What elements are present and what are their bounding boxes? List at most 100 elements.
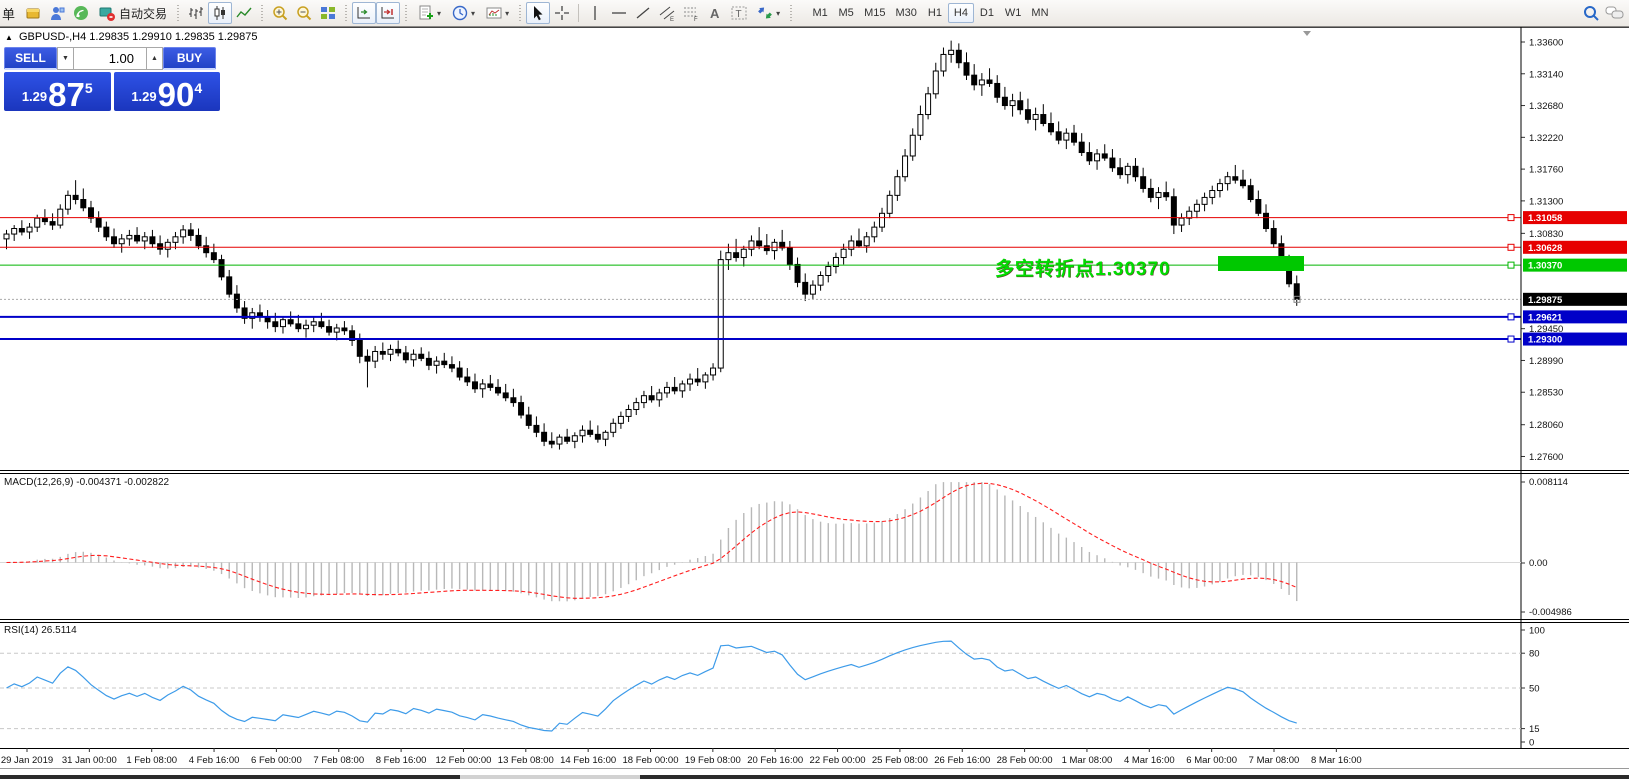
svg-text:F: F <box>694 17 698 22</box>
svg-text:1.28060: 1.28060 <box>1529 420 1563 431</box>
level-lines-group[interactable]: 1.310581.306281.303701.296211.293001.298… <box>0 31 1627 346</box>
candlestick-chart-icon[interactable] <box>208 2 232 24</box>
svg-text:1.29450: 1.29450 <box>1529 324 1563 335</box>
svg-text:20 Feb 16:00: 20 Feb 16:00 <box>747 755 803 766</box>
macd-panel[interactable]: 0.0081140.00-0.004986 <box>0 477 1572 618</box>
time-axis[interactable]: 29 Jan 201931 Jan 00:001 Feb 08:004 Feb … <box>1 748 1362 766</box>
bid-price-box[interactable]: 1.29 87 5 <box>4 72 111 111</box>
sell-button[interactable]: SELL <box>4 47 57 70</box>
pivot-rectangle-object[interactable] <box>1218 256 1304 271</box>
svg-text:50: 50 <box>1529 684 1540 695</box>
tile-windows-icon[interactable] <box>316 2 340 24</box>
fibonacci-icon[interactable]: F <box>679 2 703 24</box>
timeframe-MN[interactable]: MN <box>1026 3 1053 23</box>
svg-text:1.30628: 1.30628 <box>1528 243 1562 254</box>
shift-end-icon[interactable] <box>352 2 376 24</box>
timeframe-group: M1M5M15M30H1H4D1W1MN <box>807 3 1053 23</box>
bid-prefix: 1.29 <box>22 89 47 104</box>
svg-text:22 Feb 00:00: 22 Feb 00:00 <box>810 755 866 766</box>
svg-text:1.32220: 1.32220 <box>1529 133 1563 144</box>
svg-text:1.31760: 1.31760 <box>1529 165 1563 176</box>
svg-text:29 Jan 2019: 29 Jan 2019 <box>1 755 53 766</box>
autotrade-button[interactable]: 自动交易 <box>93 2 172 24</box>
svg-text:1.32680: 1.32680 <box>1529 101 1563 112</box>
svg-text:1.29300: 1.29300 <box>1528 335 1562 346</box>
timeframe-H4[interactable]: H4 <box>948 3 974 23</box>
price-chart[interactable]: 1.310581.306281.303701.296211.293001.298… <box>0 27 1629 768</box>
timeframe-M30[interactable]: M30 <box>891 3 922 23</box>
chart-title: ▲ GBPUSD-,H4 1.29835 1.29910 1.29835 1.2… <box>5 31 258 43</box>
svg-text:1.28990: 1.28990 <box>1529 356 1563 367</box>
ask-sup: 4 <box>194 80 202 96</box>
toolbar-grip <box>343 3 349 23</box>
ask-price-box[interactable]: 1.29 90 4 <box>114 72 221 111</box>
status-segment <box>460 775 640 779</box>
bid-sup: 5 <box>85 80 93 96</box>
horizontal-line-icon[interactable] <box>607 2 631 24</box>
svg-text:1.29875: 1.29875 <box>1528 295 1563 306</box>
timeframe-W1[interactable]: W1 <box>1000 3 1027 23</box>
toolbar-grip <box>517 3 523 23</box>
new-order-label[interactable]: 单 <box>2 4 15 23</box>
trendline-icon[interactable] <box>631 2 655 24</box>
bar-chart-icon[interactable] <box>184 2 208 24</box>
equidistant-channel-icon[interactable]: E <box>655 2 679 24</box>
text-icon[interactable]: A <box>703 2 727 24</box>
toolbar-grip <box>175 3 181 23</box>
svg-text:A: A <box>710 6 720 21</box>
signal-icon[interactable] <box>69 2 93 24</box>
volume-input[interactable] <box>74 47 146 70</box>
svg-text:E: E <box>670 17 674 22</box>
svg-text:7 Mar 08:00: 7 Mar 08:00 <box>1249 755 1300 766</box>
crosshair-icon[interactable] <box>550 2 574 24</box>
panel-borders <box>0 27 1629 749</box>
timeframe-M5[interactable]: M5 <box>833 3 859 23</box>
chevron-down-icon: ▾ <box>437 9 441 18</box>
toolbar-separator <box>578 4 579 22</box>
volume-up-button[interactable]: ▲ <box>146 47 163 70</box>
svg-text:7 Feb 08:00: 7 Feb 08:00 <box>313 755 364 766</box>
svg-text:1.28530: 1.28530 <box>1529 388 1563 399</box>
line-chart-icon[interactable] <box>232 2 256 24</box>
volume-down-button[interactable]: ▼ <box>57 47 74 70</box>
svg-text:T: T <box>736 9 742 20</box>
rsi-panel[interactable]: 1008050150 <box>0 626 1545 749</box>
pivot-annotation-text[interactable]: 多空转折点1.30370 <box>995 254 1171 281</box>
template-button[interactable]: ▾ <box>480 2 514 24</box>
svg-text:1.30370: 1.30370 <box>1528 261 1562 272</box>
market-watch-icon[interactable] <box>21 2 45 24</box>
svg-text:0.008114: 0.008114 <box>1529 477 1568 488</box>
arrows-icon[interactable]: ▾ <box>751 2 785 24</box>
svg-text:19 Feb 08:00: 19 Feb 08:00 <box>685 755 741 766</box>
timeframe-M15[interactable]: M15 <box>859 3 890 23</box>
svg-text:1 Mar 08:00: 1 Mar 08:00 <box>1062 755 1113 766</box>
timeframe-H1[interactable]: H1 <box>922 3 948 23</box>
vertical-line-icon[interactable] <box>583 2 607 24</box>
zoom-in-icon[interactable] <box>268 2 292 24</box>
zoom-out-icon[interactable] <box>292 2 316 24</box>
cursor-icon[interactable] <box>526 2 550 24</box>
autotrade-label: 自动交易 <box>119 5 167 22</box>
svg-text:1.33600: 1.33600 <box>1529 38 1563 49</box>
svg-text:1 Feb 08:00: 1 Feb 08:00 <box>126 755 177 766</box>
symbol-dropdown-icon[interactable]: ▲ <box>5 33 13 42</box>
timeframe-M1[interactable]: M1 <box>807 3 833 23</box>
svg-text:6 Mar 00:00: 6 Mar 00:00 <box>1186 755 1237 766</box>
svg-text:31 Jan 00:00: 31 Jan 00:00 <box>62 755 117 766</box>
auto-scroll-icon[interactable] <box>376 2 400 24</box>
window-bottom-strip <box>0 775 1629 779</box>
text-label-icon[interactable]: T <box>727 2 751 24</box>
period-button[interactable]: ▾ <box>446 2 480 24</box>
svg-text:4 Mar 16:00: 4 Mar 16:00 <box>1124 755 1175 766</box>
rsi-indicator-label: RSI(14) 26.5114 <box>4 625 77 636</box>
svg-text:8 Mar 16:00: 8 Mar 16:00 <box>1311 755 1362 766</box>
svg-text:25 Feb 08:00: 25 Feb 08:00 <box>872 755 928 766</box>
mql5-community-icon[interactable] <box>45 2 69 24</box>
buy-button[interactable]: BUY <box>163 47 216 70</box>
svg-text:18 Feb 00:00: 18 Feb 00:00 <box>623 755 679 766</box>
search-icon[interactable] <box>1579 2 1603 24</box>
timeframe-D1[interactable]: D1 <box>974 3 1000 23</box>
chat-icon[interactable] <box>1603 2 1627 24</box>
new-chart-button[interactable]: ▾ <box>412 2 446 24</box>
svg-text:12 Feb 00:00: 12 Feb 00:00 <box>435 755 491 766</box>
